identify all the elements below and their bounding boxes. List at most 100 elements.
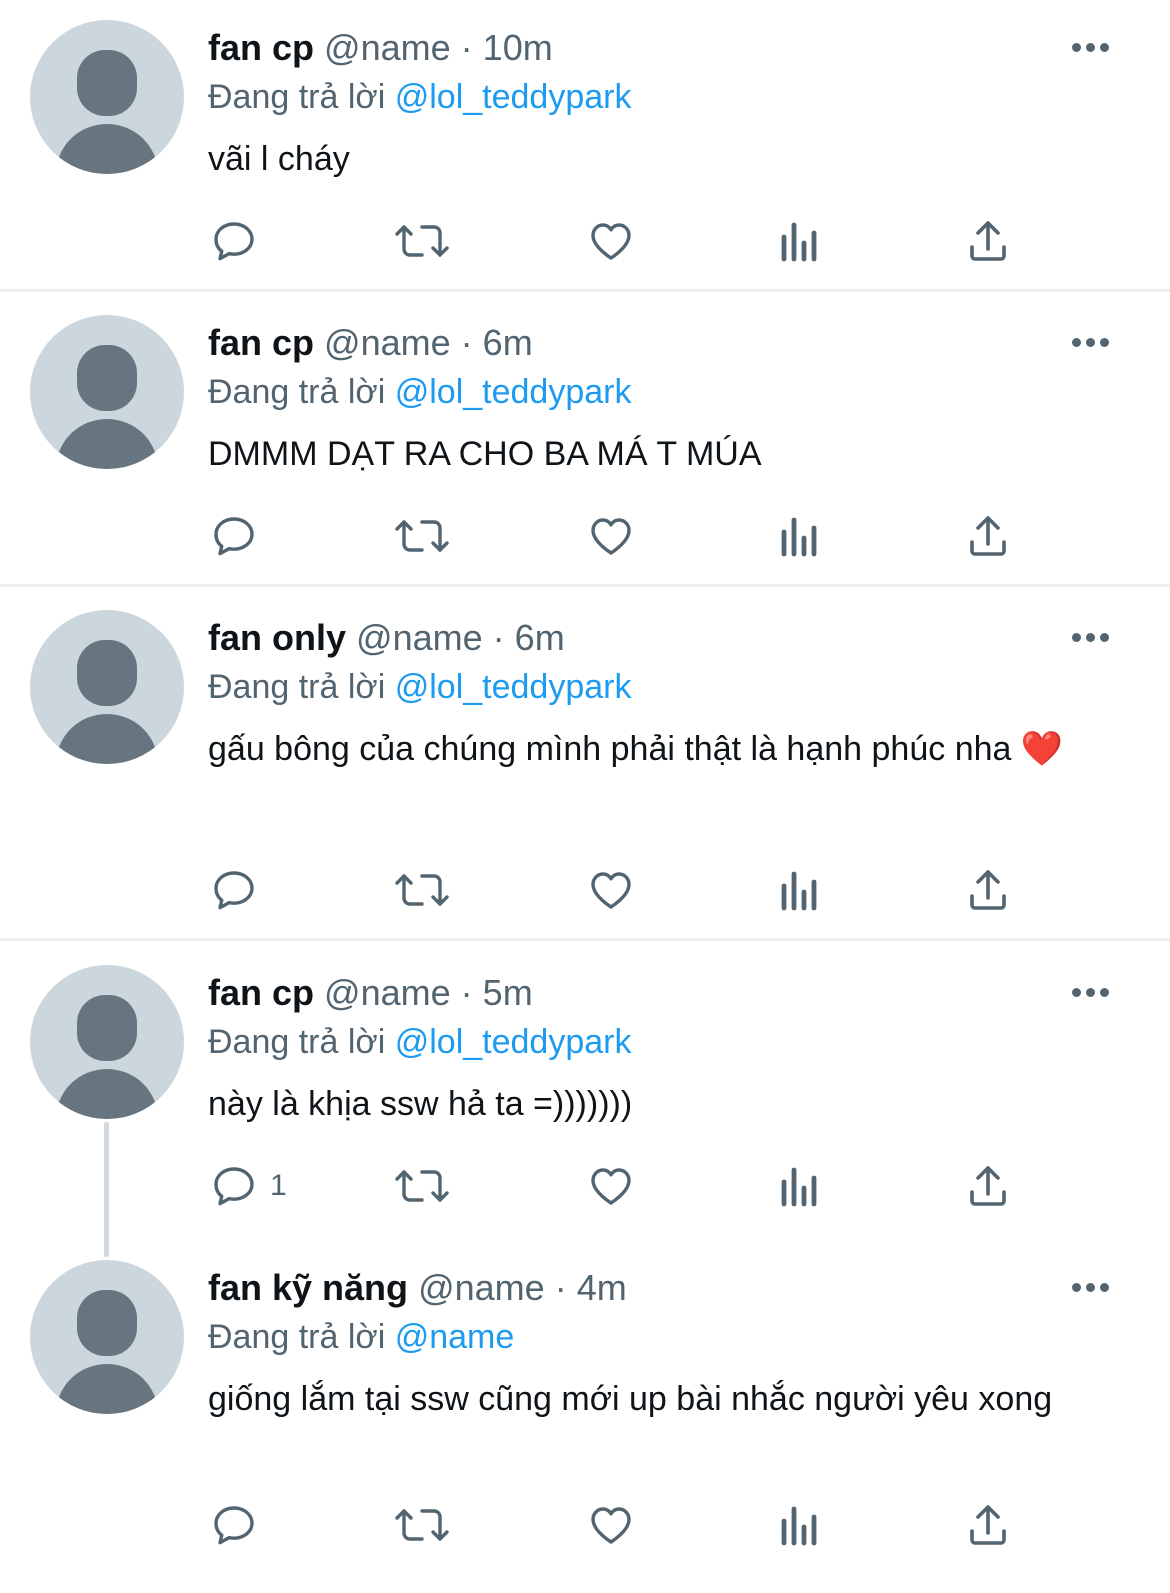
views-button[interactable]	[778, 216, 822, 266]
reply-button[interactable]	[210, 1500, 258, 1550]
display-name[interactable]: fan cp	[208, 27, 314, 68]
replying-to: Đang trả lời @name	[208, 1315, 514, 1359]
tweet[interactable]: fan cp @name · 6m Đang trả lời @lol_teddy…	[0, 295, 1170, 584]
more-icon[interactable]	[1070, 40, 1110, 54]
avatar-body-shape	[56, 714, 158, 764]
avatar[interactable]	[30, 610, 184, 764]
replying-to: Đang trả lời @lol_teddypark	[208, 1020, 631, 1064]
share-icon	[964, 217, 1012, 265]
bar-chart-icon	[778, 1501, 822, 1549]
divider	[0, 289, 1170, 292]
like-button[interactable]	[586, 216, 636, 266]
user-handle[interactable]: @name	[418, 1267, 545, 1308]
separator-dot: ·	[492, 617, 505, 658]
tweet-actions: 1	[0, 1161, 1170, 1211]
tweet-actions	[0, 216, 1170, 266]
tweet[interactable]: fan cp @name · 5m Đang trả lời @lol_teddy…	[0, 945, 1170, 1245]
display-name[interactable]: fan cp	[208, 972, 314, 1013]
user-handle[interactable]: @name	[324, 27, 451, 68]
reply-button[interactable]: 1	[210, 1161, 287, 1211]
retweet-button[interactable]	[394, 1161, 450, 1211]
reply-mention-link[interactable]: @name	[395, 1318, 515, 1356]
display-name[interactable]: fan only	[208, 617, 346, 658]
share-button[interactable]	[964, 511, 1012, 561]
share-icon	[964, 1501, 1012, 1549]
bar-chart-icon	[778, 217, 822, 265]
tweet[interactable]: fan kỹ năng @name · 4m Đang trả lời @name…	[0, 1240, 1170, 1593]
divider	[0, 584, 1170, 587]
heart-icon	[586, 1501, 636, 1549]
reply-icon	[210, 1162, 258, 1210]
reply-button[interactable]	[210, 216, 258, 266]
heart-icon	[586, 217, 636, 265]
red-heart-emoji: ❤️	[1020, 730, 1064, 768]
avatar[interactable]	[30, 1260, 184, 1414]
share-button[interactable]	[964, 1500, 1012, 1550]
like-button[interactable]	[586, 1500, 636, 1550]
tweet-feed: fan cp @name · 10m Đang trả lời @lol_tedd…	[0, 0, 1170, 1593]
replying-to-label: Đang trả lời	[208, 78, 386, 116]
more-icon[interactable]	[1070, 985, 1110, 999]
tweet-actions	[0, 865, 1170, 915]
reply-mention-link[interactable]: @lol_teddypark	[395, 668, 632, 706]
user-handle[interactable]: @name	[356, 617, 483, 658]
retweet-button[interactable]	[394, 1500, 450, 1550]
like-button[interactable]	[586, 511, 636, 561]
timestamp[interactable]: 6m	[515, 617, 565, 658]
avatar-head-shape	[77, 640, 137, 706]
tweet[interactable]: fan only @name · 6m Đang trả lời @lol_ted…	[0, 590, 1170, 938]
tweet-actions	[0, 1500, 1170, 1550]
share-button[interactable]	[964, 216, 1012, 266]
more-icon[interactable]	[1070, 630, 1110, 644]
avatar-body-shape	[56, 1069, 158, 1119]
separator-dot: ·	[460, 972, 473, 1013]
share-button[interactable]	[964, 865, 1012, 915]
views-button[interactable]	[778, 511, 822, 561]
timestamp[interactable]: 4m	[577, 1267, 627, 1308]
like-button[interactable]	[586, 865, 636, 915]
heart-icon	[586, 866, 636, 914]
user-handle[interactable]: @name	[324, 972, 451, 1013]
reply-mention-link[interactable]: @lol_teddypark	[395, 373, 632, 411]
views-button[interactable]	[778, 1500, 822, 1550]
retweet-icon	[394, 512, 450, 560]
avatar-body-shape	[56, 419, 158, 469]
reply-button[interactable]	[210, 865, 258, 915]
retweet-icon	[394, 866, 450, 914]
retweet-icon	[394, 1162, 450, 1210]
reply-button[interactable]	[210, 511, 258, 561]
reply-mention-link[interactable]: @lol_teddypark	[395, 1023, 632, 1061]
replying-to: Đang trả lời @lol_teddypark	[208, 665, 631, 709]
user-handle[interactable]: @name	[324, 322, 451, 363]
tweet[interactable]: fan cp @name · 10m Đang trả lời @lol_tedd…	[0, 0, 1170, 289]
views-button[interactable]	[778, 865, 822, 915]
more-icon[interactable]	[1070, 335, 1110, 349]
reply-icon	[210, 866, 258, 914]
display-name[interactable]: fan kỹ năng	[208, 1267, 408, 1308]
share-button[interactable]	[964, 1161, 1012, 1211]
replying-to-label: Đang trả lời	[208, 373, 386, 411]
bar-chart-icon	[778, 512, 822, 560]
like-button[interactable]	[586, 1161, 636, 1211]
separator-dot: ·	[460, 27, 473, 68]
bar-chart-icon	[778, 1162, 822, 1210]
tweet-text-content: gấu bông của chúng mình phải thật là hạn…	[208, 730, 1012, 768]
more-icon[interactable]	[1070, 1280, 1110, 1294]
avatar[interactable]	[30, 315, 184, 469]
retweet-button[interactable]	[394, 511, 450, 561]
replying-to-label: Đang trả lời	[208, 668, 386, 706]
avatar[interactable]	[30, 965, 184, 1119]
timestamp[interactable]: 10m	[483, 27, 553, 68]
avatar-body-shape	[56, 1364, 158, 1414]
reply-icon	[210, 217, 258, 265]
reply-mention-link[interactable]: @lol_teddypark	[395, 78, 632, 116]
avatar-head-shape	[77, 1290, 137, 1356]
retweet-button[interactable]	[394, 216, 450, 266]
views-button[interactable]	[778, 1161, 822, 1211]
display-name[interactable]: fan cp	[208, 322, 314, 363]
retweet-button[interactable]	[394, 865, 450, 915]
timestamp[interactable]: 5m	[483, 972, 533, 1013]
avatar[interactable]	[30, 20, 184, 174]
timestamp[interactable]: 6m	[483, 322, 533, 363]
tweet-text-content: DMMM DẠT RA CHO BA MÁ T MÚA	[208, 435, 762, 473]
